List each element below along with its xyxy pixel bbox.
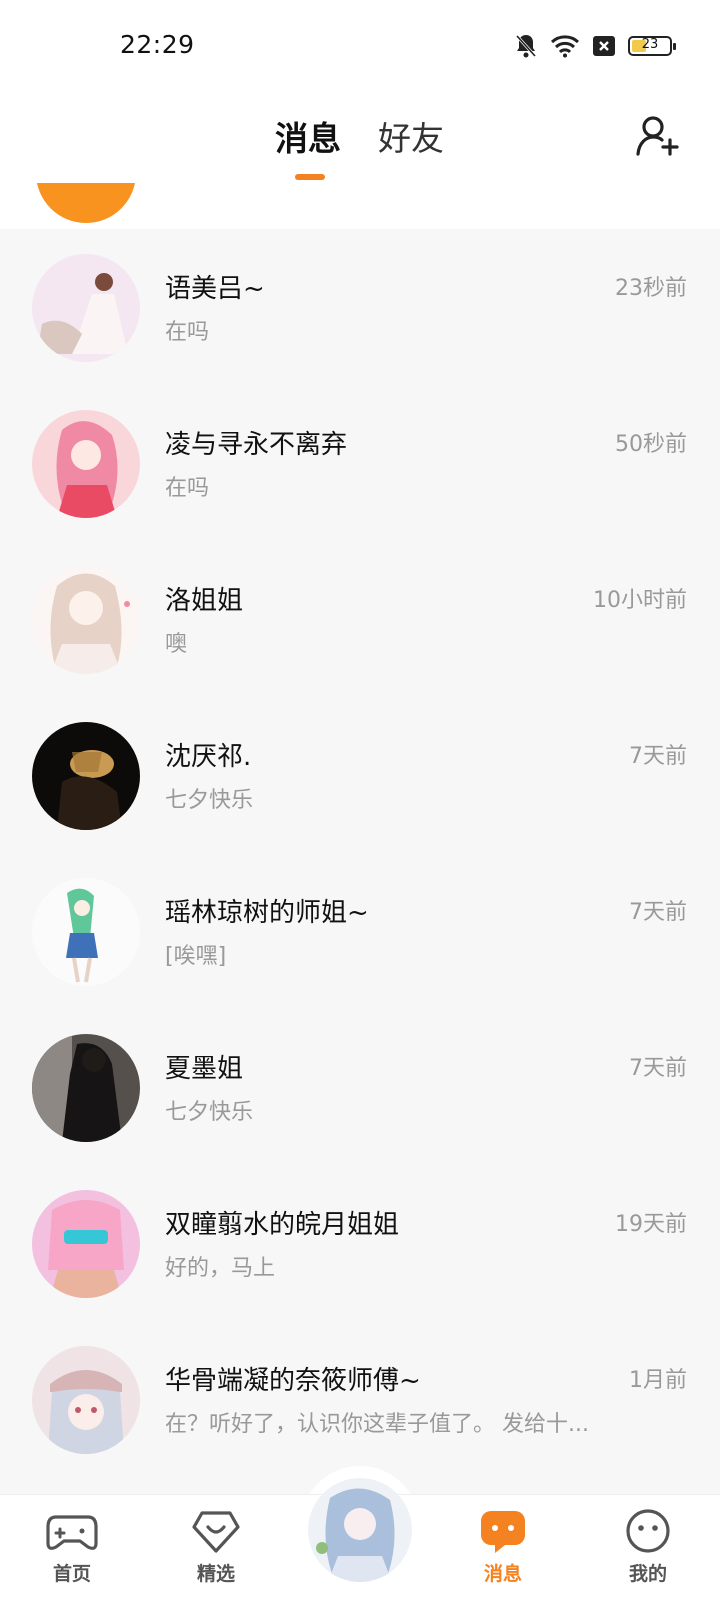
avatar	[32, 410, 140, 518]
nav-label: 消息	[483, 1563, 522, 1585]
contact-name: 语美吕~	[165, 274, 265, 304]
contact-name: 夏墨姐	[165, 1054, 244, 1084]
message-preview: 在吗	[165, 476, 210, 501]
add-person-icon[interactable]	[634, 112, 682, 160]
contact-name: 凌与寻永不离弃	[165, 430, 348, 460]
wifi-icon	[550, 34, 580, 58]
message-preview: [唉嘿]	[165, 944, 227, 969]
list-item[interactable]: 沈厌祁. 7天前 七夕快乐	[0, 698, 720, 854]
heart-badge-icon	[190, 1507, 242, 1555]
message-time: 7天前	[629, 1056, 687, 1081]
avatar	[32, 1190, 140, 1298]
status-bar: 22:29 23	[0, 0, 720, 90]
message-time: 1月前	[629, 1368, 687, 1393]
list-item[interactable]: 双瞳翦水的皖月姐姐 19天前 好的，马上	[0, 1166, 720, 1322]
message-preview: 七夕快乐	[165, 788, 254, 813]
list-item[interactable]: 语美吕~ 23秒前 在吗	[0, 230, 720, 386]
list-item[interactable]: 瑶林琼树的师姐~ 7天前 [唉嘿]	[0, 854, 720, 1010]
list-item[interactable]: 华骨端凝的奈筱师傅~ 1月前 在？听好了，认识你这辈子值了。 发给十...	[0, 1322, 720, 1478]
chat-bubble-icon	[477, 1507, 529, 1555]
avatar	[32, 722, 140, 830]
list-item-partial[interactable]	[0, 183, 720, 229]
gamepad-icon	[46, 1507, 98, 1555]
message-preview: 在吗	[165, 320, 210, 345]
nav-me[interactable]: 我的	[603, 1507, 693, 1586]
message-preview: 噢	[165, 632, 188, 657]
nav-messages[interactable]: 消息	[458, 1507, 548, 1586]
avatar	[32, 878, 140, 986]
status-time: 22:29	[120, 30, 195, 59]
nav-home[interactable]: 首页	[27, 1507, 117, 1586]
message-preview: 在？听好了，认识你这辈子值了。 发给十...	[165, 1412, 589, 1437]
battery-icon: 23	[628, 36, 676, 56]
battery-level: 23	[641, 37, 659, 52]
contact-name: 双瞳翦水的皖月姐姐	[165, 1210, 400, 1240]
contact-name: 华骨端凝的奈筱师傅~	[165, 1366, 421, 1396]
nav-label: 我的	[628, 1563, 667, 1585]
avatar	[32, 566, 140, 674]
avatar	[32, 1034, 140, 1142]
message-time: 7天前	[629, 744, 687, 769]
list-item[interactable]: 凌与寻永不离弃 50秒前 在吗	[0, 386, 720, 542]
smiley-icon	[622, 1507, 674, 1555]
message-preview: 好的，马上	[165, 1256, 276, 1281]
message-time: 23秒前	[615, 276, 687, 301]
avatar	[36, 183, 136, 223]
tab-messages[interactable]: 消息	[275, 112, 341, 160]
top-header: 消息 好友	[0, 90, 720, 184]
nav-label: 精选	[196, 1563, 235, 1585]
message-preview: 七夕快乐	[165, 1100, 254, 1125]
message-time: 7天前	[629, 900, 687, 925]
avatar	[32, 254, 140, 362]
avatar	[32, 1346, 140, 1454]
message-time: 10小时前	[593, 588, 687, 613]
nav-featured[interactable]: 精选	[171, 1507, 261, 1586]
sim-off-icon	[592, 35, 616, 57]
status-icons: 23	[514, 28, 676, 64]
message-time: 19天前	[615, 1212, 687, 1237]
contact-name: 沈厌祁.	[165, 742, 252, 772]
contact-name: 瑶林琼树的师姐~	[165, 898, 369, 928]
center-avatar[interactable]	[308, 1478, 412, 1582]
tab-active-indicator	[295, 174, 325, 180]
nav-label: 首页	[52, 1563, 91, 1585]
list-item[interactable]: 夏墨姐 7天前 七夕快乐	[0, 1010, 720, 1166]
contact-name: 洛姐姐	[165, 586, 244, 616]
tab-friends[interactable]: 好友	[378, 112, 444, 160]
list-item[interactable]: 洛姐姐 10小时前 噢	[0, 542, 720, 698]
mute-bell-icon	[514, 33, 538, 59]
message-time: 50秒前	[615, 432, 687, 457]
conversation-list: 语美吕~ 23秒前 在吗 凌与寻永不离弃 50秒前 在吗 洛姐姐 10小时前 噢…	[0, 230, 720, 1478]
